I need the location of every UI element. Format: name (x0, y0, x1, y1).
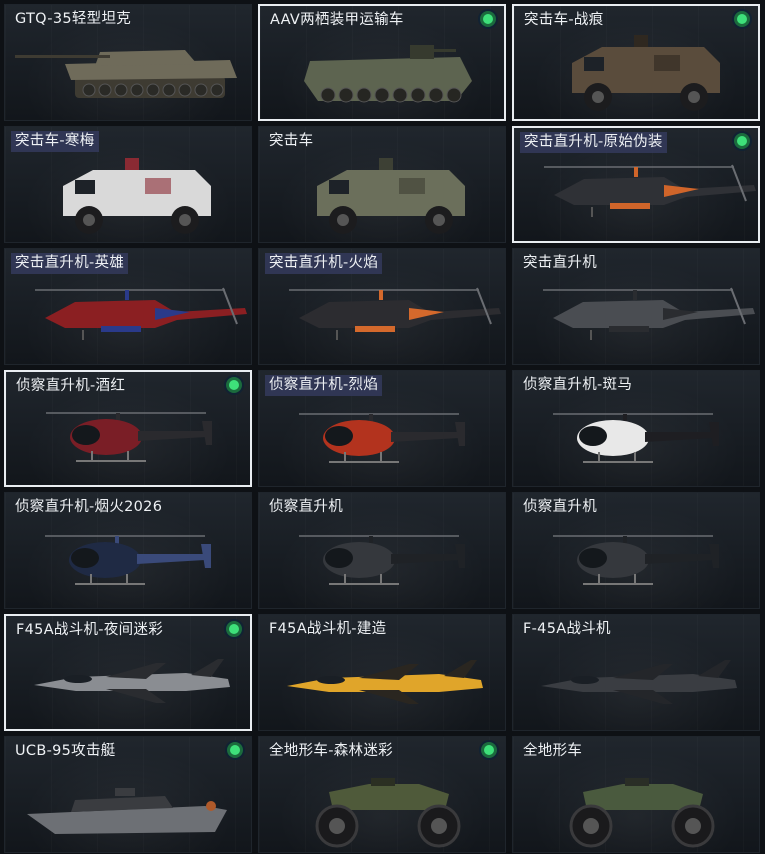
vehicle-card[interactable]: 侦察直升机 (258, 492, 506, 609)
vehicle-card[interactable]: 侦察直升机 (512, 492, 760, 609)
vehicle-card[interactable]: 突击直升机-英雄 (4, 248, 252, 365)
boat-image (27, 788, 227, 834)
attack-heli-image (543, 287, 755, 340)
vehicle-card[interactable]: 侦察直升机-酒红 (4, 370, 252, 487)
vehicle-skin-grid: GTQ-35轻型坦克 AAV两栖装甲运输车 突击车-战痕突击车-寒梅 突击车 突击直升机… (4, 4, 761, 853)
truck-image (63, 158, 211, 234)
vehicle-card[interactable]: 全地形车 (512, 736, 760, 853)
attack-heli-image (289, 287, 501, 340)
apc-image (304, 45, 472, 103)
vehicle-card[interactable]: F45A战斗机-建造 (258, 614, 506, 731)
vehicle-card[interactable]: 突击车 (258, 126, 506, 243)
vehicle-card[interactable]: 全地形车-森林迷彩 (258, 736, 506, 853)
scout-heli-image (45, 535, 211, 585)
attack-heli-image (35, 287, 247, 340)
vehicle-card[interactable]: 侦察直升机-烈焰 (258, 370, 506, 487)
vehicle-card[interactable]: 突击直升机-火焰 (258, 248, 506, 365)
scout-heli-image (46, 412, 212, 462)
scout-heli-image (553, 535, 719, 585)
truck-image (572, 35, 720, 111)
jet-image (541, 660, 737, 704)
vehicle-card[interactable]: 突击车-寒梅 (4, 126, 252, 243)
vehicle-card[interactable]: F-45A战斗机 (512, 614, 760, 731)
scout-heli-image (299, 535, 465, 585)
vehicle-card[interactable]: 突击直升机 (512, 248, 760, 365)
atv-image (315, 778, 461, 848)
vehicle-card[interactable]: GTQ-35轻型坦克 (4, 4, 252, 121)
vehicle-card[interactable]: F45A战斗机-夜间迷彩 (4, 614, 252, 731)
tank-image (15, 50, 237, 98)
truck-image (317, 158, 465, 234)
scout-heli-image (553, 413, 719, 463)
atv-image (569, 778, 715, 848)
vehicle-card[interactable]: AAV两栖装甲运输车 (258, 4, 506, 121)
vehicle-card[interactable]: UCB-95攻击艇 (4, 736, 252, 853)
vehicle-card[interactable]: 突击车-战痕 (512, 4, 760, 121)
vehicle-card[interactable]: 侦察直升机-烟火2026 (4, 492, 252, 609)
vehicle-card[interactable]: 侦察直升机-斑马 (512, 370, 760, 487)
attack-heli-image (544, 164, 756, 217)
vehicle-card[interactable]: 突击直升机-原始伪装 (512, 126, 760, 243)
jet-image (287, 660, 483, 704)
jet-image (34, 659, 230, 703)
scout-heli-image (299, 413, 465, 463)
